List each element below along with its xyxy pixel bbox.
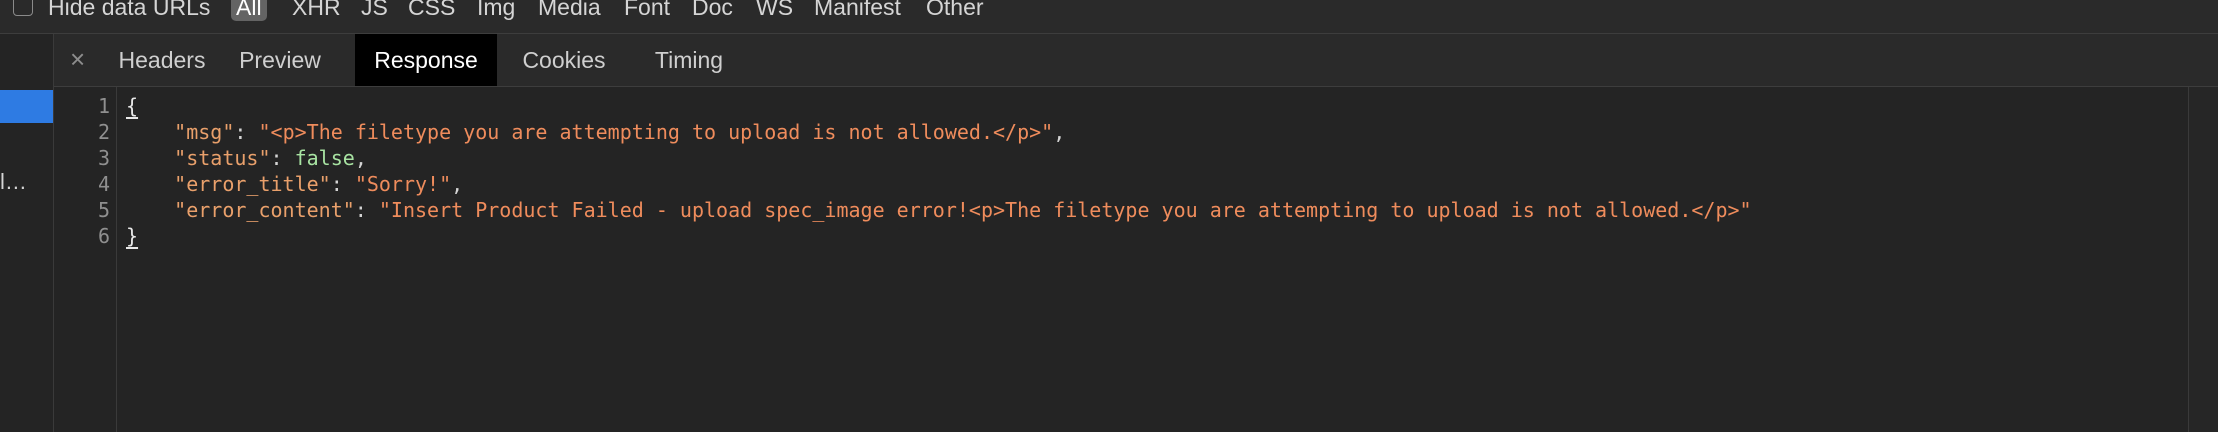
detail-tab-bar: × Headers Preview Response Cookies Timin…: [54, 34, 2218, 87]
line-number: 6: [97, 224, 110, 248]
code-line: "error_title": "Sorry!",: [174, 172, 464, 196]
tab-preview[interactable]: Preview: [230, 34, 330, 86]
request-row-selected[interactable]: [0, 90, 53, 123]
hide-data-urls-checkbox[interactable]: [13, 0, 33, 16]
vertical-scrollbar[interactable]: [2188, 87, 2218, 432]
filter-type-media[interactable]: Media: [538, 0, 601, 20]
json-open-brace: {: [126, 94, 139, 118]
tab-timing[interactable]: Timing: [639, 34, 739, 86]
response-body[interactable]: { "msg": "<p>The filetype you are attemp…: [126, 93, 1752, 431]
line-number: 4: [97, 172, 110, 196]
json-key: "status": [174, 146, 271, 170]
code-line: "error_content": "Insert Product Failed …: [174, 198, 1752, 222]
filter-bar: Hide data URLs All XHR JS CSS Img Media …: [0, 0, 2218, 34]
json-key: "error_content": [174, 198, 355, 222]
code-line: "msg": "<p>The filetype you are attempti…: [174, 120, 1066, 144]
line-number: 5: [97, 198, 110, 222]
code-line: }: [126, 223, 138, 249]
line-number: 2: [97, 120, 110, 144]
filter-type-xhr[interactable]: XHR: [292, 0, 341, 20]
devtools-network-panel: Hide data URLs All XHR JS CSS Img Media …: [0, 0, 2218, 432]
filter-type-img[interactable]: Img: [477, 0, 515, 20]
tab-cookies[interactable]: Cookies: [509, 34, 619, 86]
line-number-gutter: 1 2 3 4 5 6: [54, 87, 117, 432]
json-close-brace: }: [126, 224, 139, 248]
filter-type-ws[interactable]: WS: [756, 0, 793, 20]
json-value: "Sorry!": [354, 172, 452, 196]
hide-data-urls-label[interactable]: Hide data URLs: [48, 0, 210, 20]
filter-type-js[interactable]: JS: [361, 0, 388, 20]
filter-type-font[interactable]: Font: [624, 0, 670, 20]
line-number: 3: [97, 146, 110, 170]
filter-type-manifest[interactable]: Manifest: [814, 0, 901, 20]
filter-type-css[interactable]: CSS: [408, 0, 455, 20]
json-key: "msg": [174, 120, 235, 144]
request-list: l…: [0, 34, 53, 432]
filter-type-all[interactable]: All: [231, 0, 267, 21]
json-value: "<p>The filetype you are attempting to u…: [258, 120, 1054, 144]
tab-response[interactable]: Response: [355, 34, 497, 86]
code-line: "status": false,: [174, 146, 367, 170]
filter-type-doc[interactable]: Doc: [692, 0, 733, 20]
code-line: {: [126, 93, 138, 119]
tab-headers[interactable]: Headers: [106, 34, 218, 86]
json-value: "Insert Product Failed - upload spec_ima…: [378, 198, 1752, 222]
close-icon[interactable]: ×: [70, 44, 85, 74]
json-key: "error_title": [174, 172, 331, 196]
json-value: false: [294, 146, 355, 170]
request-row-truncated-label[interactable]: l…: [0, 169, 27, 195]
line-number: 1: [97, 94, 110, 118]
filter-type-other[interactable]: Other: [926, 0, 984, 20]
